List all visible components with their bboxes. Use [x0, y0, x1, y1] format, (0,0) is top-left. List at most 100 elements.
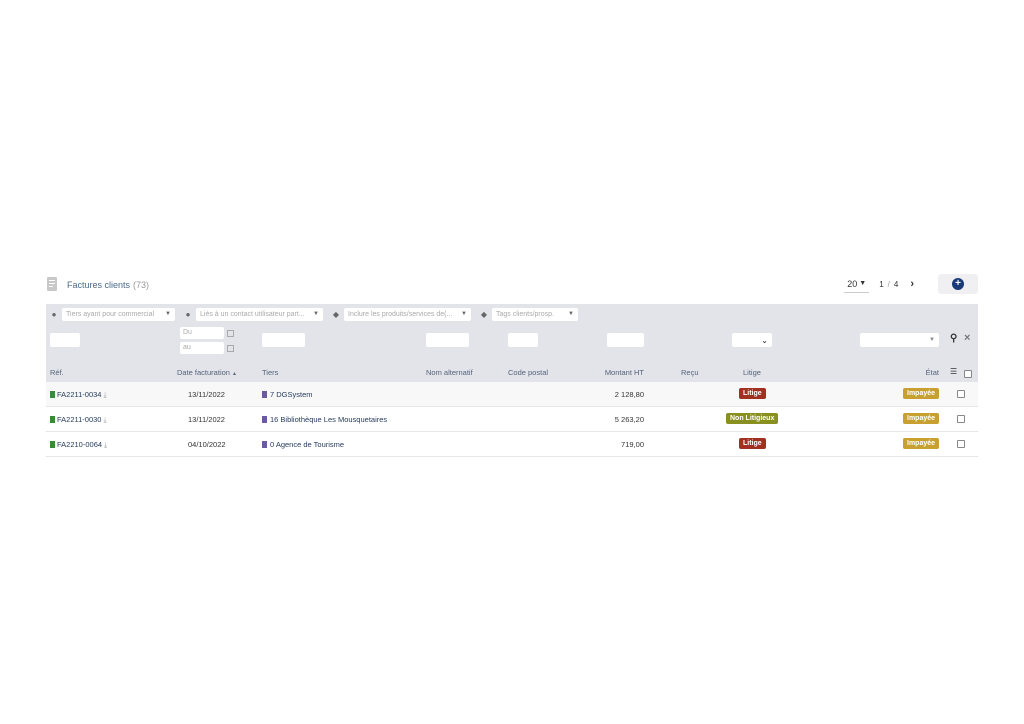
download-icon[interactable]: ⤓: [103, 392, 106, 400]
pagination: 20 ▼ 1 / 4 › +: [844, 274, 978, 294]
table-row: FA2211-0030 ⤓ 13/11/2022 16 Bibliothèque …: [46, 407, 978, 432]
tiers-name[interactable]: 0 Agence de Tourisme: [270, 440, 344, 449]
invoice-ref-link[interactable]: FA2211-0034 ⤓: [50, 390, 107, 400]
column-filters: Du au ⌄ ▼ ⚲ × Réf. Date facturation ▲ Ti…: [46, 324, 978, 382]
column-header-amount[interactable]: Montant HT: [594, 368, 644, 377]
commercial-filter: ● Tiers ayant pour commercial ▼: [50, 307, 175, 321]
row-checkbox[interactable]: [957, 440, 965, 448]
tag-icon: ◆: [332, 309, 340, 319]
download-icon[interactable]: ⤓: [104, 442, 107, 450]
new-invoice-button[interactable]: +: [938, 274, 978, 294]
tiers-name[interactable]: 16 Bibliothèque Les Mousquetaires: [270, 415, 387, 424]
invoice-ref[interactable]: FA2211-0030: [57, 415, 101, 424]
invoice-icon: [50, 441, 55, 448]
company-icon: [262, 416, 267, 423]
date-from-input[interactable]: Du: [180, 327, 224, 339]
tiers-name[interactable]: 7 DGSystem: [270, 390, 313, 399]
per-page-select[interactable]: 20 ▼: [844, 276, 870, 293]
total-pages[interactable]: 4: [894, 280, 898, 289]
column-header-received[interactable]: Reçu: [681, 368, 699, 377]
date-to-input[interactable]: au: [180, 342, 224, 354]
chevron-down-icon: ▼: [929, 337, 935, 343]
invoice-date: 13/11/2022: [188, 415, 225, 424]
products-filter: ◆ Inclure les produits/services de(... ▼: [332, 307, 471, 321]
postal-filter-input[interactable]: [508, 333, 538, 347]
row-checkbox[interactable]: [957, 390, 965, 398]
invoices-panel: Factures clients (73) 20 ▼ 1 / 4 › + ● Tier…: [46, 274, 978, 457]
tiers-link[interactable]: 7 DGSystem: [262, 390, 313, 399]
column-header-alt-name[interactable]: Nom alternatif: [426, 368, 473, 377]
column-header-litige[interactable]: Litige: [743, 368, 761, 377]
next-page-icon[interactable]: ›: [910, 278, 914, 290]
list-options-icon[interactable]: ☰: [950, 367, 957, 376]
current-page[interactable]: 1: [879, 280, 883, 289]
row-checkbox[interactable]: [957, 415, 965, 423]
litige-filter-select[interactable]: ⌄: [732, 333, 772, 347]
column-header-tiers[interactable]: Tiers: [262, 368, 278, 377]
chevron-down-icon: ▼: [165, 311, 171, 317]
column-header-postal[interactable]: Code postal: [508, 368, 548, 377]
contact-placeholder: Liés à un contact utilisateur part...: [200, 310, 305, 318]
chevron-down-icon: ▼: [461, 311, 467, 317]
title-row: Factures clients (73) 20 ▼ 1 / 4 › +: [46, 274, 978, 296]
tiers-link[interactable]: 16 Bibliothèque Les Mousquetaires: [262, 415, 387, 424]
tags-select[interactable]: Tags clients/prosp. ▼: [492, 307, 578, 321]
search-icon[interactable]: ⚲: [950, 333, 957, 344]
download-icon[interactable]: ⤓: [103, 417, 106, 425]
page-title[interactable]: Factures clients (73): [67, 280, 149, 290]
litige-badge: Litige: [739, 388, 766, 399]
tiers-link[interactable]: 0 Agence de Tourisme: [262, 440, 344, 449]
select-all-checkbox[interactable]: [964, 370, 972, 378]
tag-icon: ◆: [480, 309, 488, 319]
page-title-count: (73): [133, 280, 150, 290]
date-from-placeholder: Du: [183, 329, 192, 336]
invoice-ref[interactable]: FA2210-0064: [57, 440, 102, 449]
litige-badge: Non Litigieux: [726, 413, 779, 424]
sort-asc-icon: ▲: [232, 371, 237, 377]
amount: 2 128,80: [614, 390, 644, 399]
close-icon[interactable]: ×: [964, 332, 970, 344]
user-icon: ●: [185, 309, 191, 319]
column-header-ref[interactable]: Réf.: [50, 368, 64, 377]
commercial-select[interactable]: Tiers ayant pour commercial ▼: [62, 307, 175, 321]
status-filter-select[interactable]: ▼: [860, 333, 939, 347]
invoice-icon: [47, 277, 57, 291]
invoice-ref-link[interactable]: FA2210-0064 ⤓: [50, 440, 107, 450]
products-select[interactable]: Inclure les produits/services de(... ▼: [344, 307, 471, 321]
chevron-down-icon: ▼: [859, 280, 867, 287]
table-row: FA2210-0064 ⤓ 04/10/2022 0 Agence de Tour…: [46, 432, 978, 457]
user-icon: ●: [51, 309, 57, 319]
status-badge: Impayée: [903, 413, 940, 424]
tags-placeholder: Tags clients/prosp.: [496, 310, 554, 318]
calendar-icon[interactable]: [227, 345, 234, 352]
invoice-ref-link[interactable]: FA2211-0030 ⤓: [50, 415, 107, 425]
column-header-date[interactable]: Date facturation ▲: [177, 368, 237, 377]
invoice-date: 13/11/2022: [188, 390, 225, 399]
ref-filter-input[interactable]: [50, 333, 80, 347]
invoice-icon: [50, 391, 55, 398]
litige-badge: Litige: [739, 438, 766, 449]
chevron-down-icon: ▼: [313, 311, 319, 317]
column-header-date-label: Date facturation: [177, 368, 230, 377]
column-header-status[interactable]: État: [899, 368, 939, 377]
tiers-filter-input[interactable]: [262, 333, 305, 347]
calendar-icon[interactable]: [227, 330, 234, 337]
status-badge: Impayée: [903, 438, 940, 449]
page-separator: /: [887, 279, 890, 289]
status-badge: Impayée: [903, 388, 940, 399]
amount: 719,00: [621, 440, 644, 449]
company-icon: [262, 441, 267, 448]
tags-filter: ◆ Tags clients/prosp. ▼: [480, 307, 578, 321]
contact-select[interactable]: Liés à un contact utilisateur part... ▼: [196, 307, 323, 321]
page-title-label[interactable]: Factures clients: [67, 280, 130, 290]
per-page-value: 20: [847, 278, 858, 289]
alt-name-filter-input[interactable]: [426, 333, 469, 347]
amount-filter-input[interactable]: [607, 333, 644, 347]
page-indicator: 1 / 4: [879, 280, 898, 289]
invoice-ref[interactable]: FA2211-0034: [57, 390, 101, 399]
amount: 5 263,20: [614, 415, 644, 424]
invoice-date: 04/10/2022: [188, 440, 226, 449]
table-row: FA2211-0034 ⤓ 13/11/2022 7 DGSystem 2 128…: [46, 382, 978, 407]
filters-panel: ● Tiers ayant pour commercial ▼ ● Liés à …: [46, 304, 978, 382]
products-placeholder: Inclure les produits/services de(...: [348, 310, 453, 318]
